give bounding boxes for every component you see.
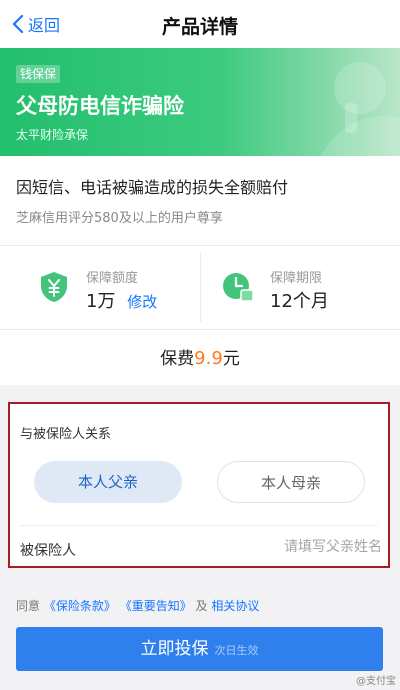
edit-amount-link[interactable]: 修改 <box>127 293 157 311</box>
effective-hint: 次日生效 <box>214 644 259 657</box>
option-father[interactable]: 本人父亲 <box>34 461 182 503</box>
brand-tag: 钱保保 <box>16 65 61 83</box>
coverage-period-block: 保障期限 12个月 <box>220 247 380 327</box>
divider <box>0 245 400 246</box>
coverage-headline: 因短信、电话被骗造成的损失全额赔付 <box>16 178 289 197</box>
premium-unit: 元 <box>222 349 240 369</box>
coverage-amount-label: 保障额度 <box>86 271 139 286</box>
protocol-link[interactable]: 相关协议 <box>211 599 259 613</box>
agreement-and: 及 <box>195 599 208 613</box>
nav-bar: 返回 产品详情 <box>0 0 400 48</box>
agreement-prefix: 同意 <box>16 599 41 613</box>
terms-link[interactable]: 《保险条款》 <box>44 599 116 613</box>
divider <box>20 525 378 526</box>
product-banner: 钱保保 父母防电信诈骗险 太平财险承保 <box>0 48 400 156</box>
option-mother[interactable]: 本人母亲 <box>217 461 365 503</box>
vertical-divider <box>200 252 201 322</box>
clock-calendar-icon <box>223 273 254 302</box>
coverage-period-label: 保障期限 <box>270 271 323 286</box>
relation-label: 与被保险人关系 <box>20 427 112 442</box>
coverage-amount-number: 1万 <box>86 291 116 312</box>
coverage-amount-value: 1万 修改 <box>86 287 157 313</box>
premium-prefix: 保费 <box>160 349 195 369</box>
underwriter-text: 太平财险承保 <box>16 128 89 142</box>
agreement-line: 同意 《保险条款》 《重要告知》 及 相关协议 <box>16 597 259 614</box>
banner-decoration-image <box>320 62 400 156</box>
insured-label: 被保险人 <box>20 543 76 559</box>
buy-now-label: 立即投保 <box>140 639 209 659</box>
coverage-amount-block: 保障额度 1万 修改 <box>36 247 196 327</box>
eligibility-text: 芝麻信用评分580及以上的用户尊享 <box>16 211 223 226</box>
page-title: 产品详情 <box>161 16 238 38</box>
insured-name-input[interactable] <box>182 534 382 560</box>
notice-link[interactable]: 《重要告知》 <box>120 599 192 613</box>
product-title: 父母防电信诈骗险 <box>16 94 184 118</box>
premium-display: 保费9.9元 <box>0 344 400 369</box>
buy-now-button[interactable]: 立即投保 次日生效 <box>16 627 383 671</box>
shield-yen-icon <box>41 272 67 302</box>
watermark: @支付宝 <box>356 676 396 687</box>
insured-form: 与被保险人关系 本人父亲 本人母亲 被保险人 <box>8 402 390 568</box>
divider <box>0 329 400 330</box>
premium-amount: 9.9 <box>194 348 223 369</box>
coverage-period-value: 12个月 <box>270 291 329 312</box>
